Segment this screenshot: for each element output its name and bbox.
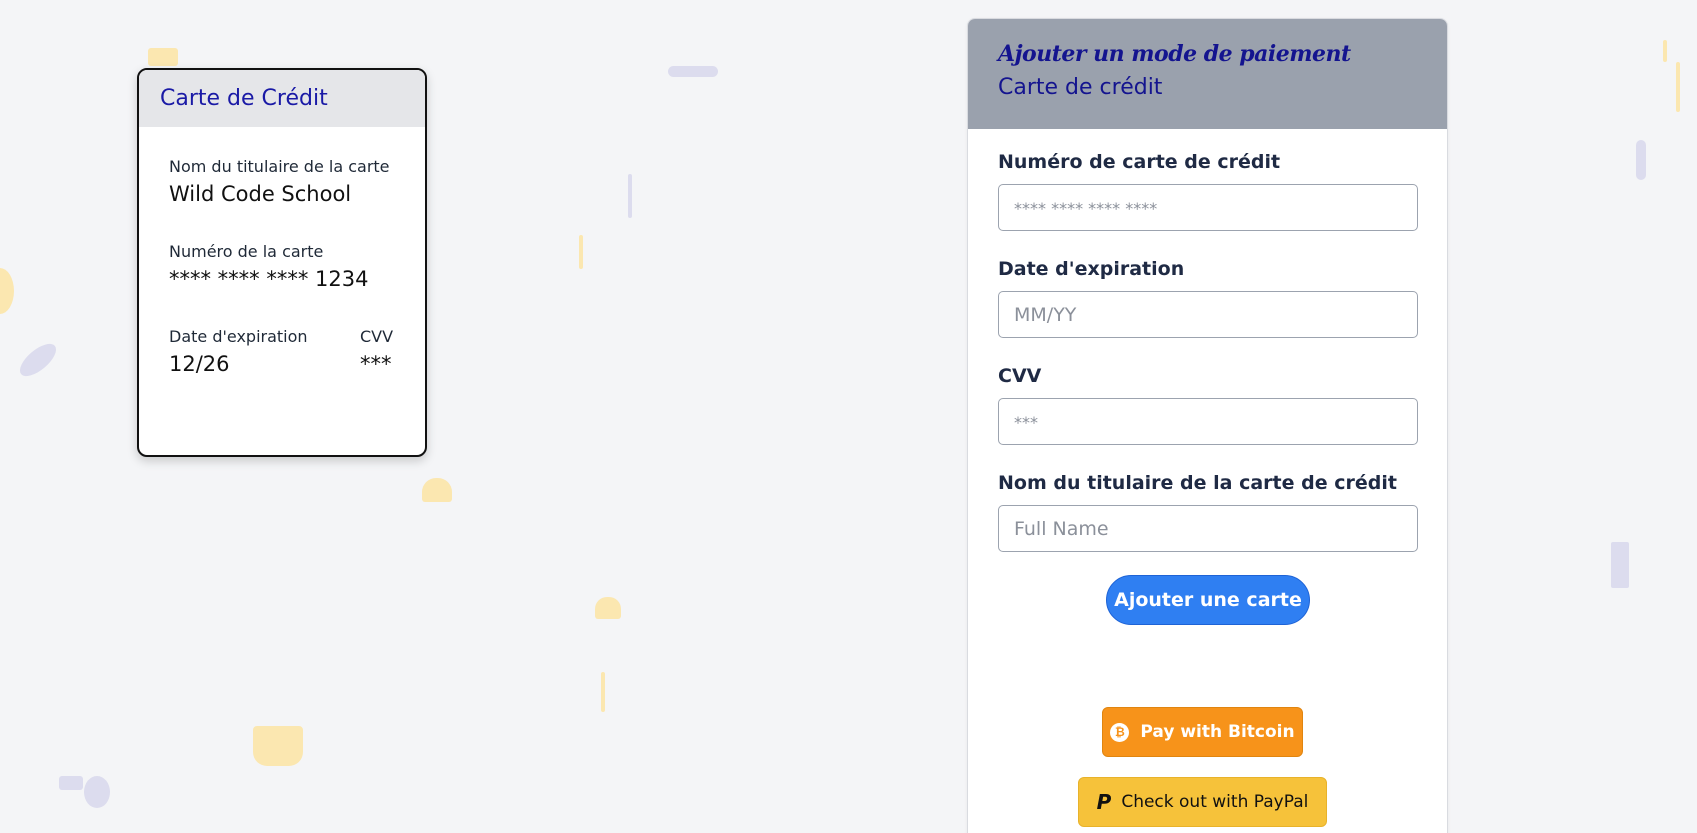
card-number-field-label: Numéro de carte de crédit [998, 151, 1281, 173]
bitcoin-icon: ₿ [1110, 722, 1130, 742]
paypal-icon: P [1096, 790, 1112, 814]
decor-bell-icon [595, 597, 621, 619]
bitcoin-button-label: Pay with Bitcoin [1140, 722, 1295, 742]
card-number-value: **** **** **** 1234 [169, 267, 369, 291]
card-number-label: Numéro de la carte [169, 242, 324, 261]
card-holder-block: Nom du titulaire de la carte Wild Code S… [169, 157, 425, 206]
card-holder-value: Wild Code School [169, 182, 352, 206]
card-expiry-cvv-row: Date d'expiration 12/26 CVV *** [169, 327, 425, 376]
expiry-input[interactable] [998, 291, 1418, 338]
expiry-field-label: Date d'expiration [998, 258, 1185, 280]
decor-fork-icon [1676, 62, 1680, 112]
decor-drop-icon [0, 268, 14, 314]
card-expiry-value: 12/26 [169, 352, 230, 376]
decor-cup-icon [253, 726, 303, 766]
cvv-field-label: CVV [998, 365, 1042, 387]
decor-spoon-icon [579, 235, 583, 269]
cvv-input[interactable] [998, 398, 1418, 445]
card-preview-body: Nom du titulaire de la carte Wild Code S… [139, 127, 425, 376]
decor-fork-icon [601, 672, 605, 712]
panel-body: Numéro de carte de crédit Date d'expirat… [968, 129, 1447, 625]
card-number-input[interactable] [998, 184, 1418, 231]
card-preview-title: Carte de Crédit [160, 86, 328, 111]
decor-pill-shape [668, 66, 718, 77]
decor-cup-icon [59, 776, 83, 790]
paypal-checkout-button[interactable]: P Check out with PayPal [1078, 777, 1327, 827]
add-card-button[interactable]: Ajouter une carte [1106, 575, 1310, 625]
paypal-button-label: Check out with PayPal [1121, 792, 1309, 812]
card-number-block: Numéro de la carte **** **** **** 1234 [169, 242, 425, 291]
holder-name-input[interactable] [998, 505, 1418, 552]
decor-fork-icon [1663, 40, 1667, 62]
card-preview-header: Carte de Crédit [139, 70, 425, 127]
decor-bell-icon [422, 478, 452, 502]
decor-spoon-icon [1636, 140, 1646, 180]
payment-form-panel: Ajouter un mode de paiement Carte de cré… [967, 18, 1448, 833]
panel-title: Ajouter un mode de paiement [998, 41, 1351, 67]
card-cvv-block: CVV *** [360, 327, 393, 376]
decor-mug-shape [148, 48, 178, 66]
panel-subtitle: Carte de crédit [998, 75, 1163, 100]
card-holder-label: Nom du titulaire de la carte [169, 157, 390, 176]
card-expiry-block: Date d'expiration 12/26 [169, 327, 360, 376]
decor-leaf-icon [14, 338, 62, 382]
card-cvv-label: CVV [360, 327, 394, 346]
decor-fork-icon [628, 174, 632, 218]
pay-with-bitcoin-button[interactable]: ₿ Pay with Bitcoin [1102, 707, 1303, 757]
holder-field-label: Nom du titulaire de la carte de crédit [998, 472, 1397, 494]
decor-glass-icon [1611, 542, 1629, 588]
card-cvv-value: *** [360, 352, 392, 376]
card-preview: Carte de Crédit Nom du titulaire de la c… [137, 68, 427, 457]
panel-header: Ajouter un mode de paiement Carte de cré… [968, 19, 1447, 129]
decor-egg-icon [84, 776, 110, 808]
card-expiry-label: Date d'expiration [169, 327, 308, 346]
